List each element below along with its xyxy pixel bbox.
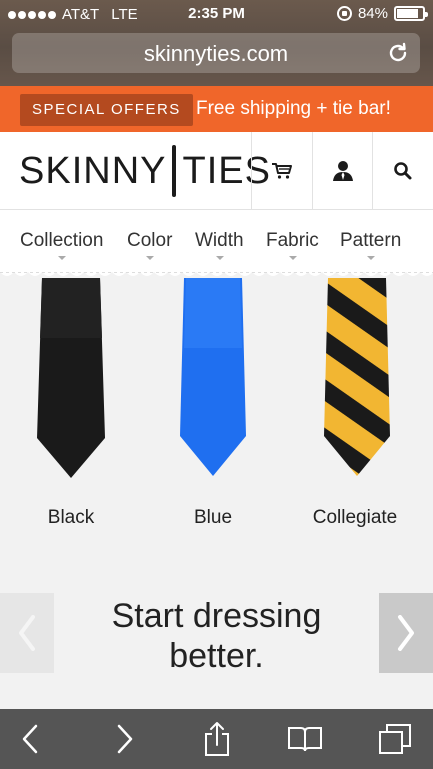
filter-nav: Collection Color Width Fabric Pattern bbox=[0, 210, 433, 278]
nav-pattern[interactable]: Pattern bbox=[340, 230, 401, 252]
hero-carousel: Start dressing better. bbox=[0, 590, 433, 680]
carousel-next-button[interactable] bbox=[379, 593, 433, 673]
cart-icon bbox=[271, 162, 292, 179]
logo-tie-mark bbox=[172, 145, 177, 197]
product-blue[interactable] bbox=[176, 278, 250, 493]
browser-chrome-top: AT&T LTE 2:35 PM 84% skinnyties.com bbox=[0, 0, 433, 86]
battery-percent: 84% bbox=[357, 5, 388, 22]
chevron-down-icon bbox=[289, 256, 297, 260]
bookmarks-button[interactable] bbox=[285, 721, 325, 757]
hero-headline: Start dressing better. bbox=[111, 597, 322, 675]
promo-text[interactable]: Free shipping + tie bar! bbox=[196, 98, 391, 120]
browser-toolbar bbox=[0, 709, 433, 769]
back-button[interactable] bbox=[10, 721, 50, 757]
site-logo[interactable]: SKINNY TIES bbox=[19, 145, 271, 197]
tie-image-blue[interactable] bbox=[176, 278, 250, 488]
tie-image-black[interactable] bbox=[34, 278, 108, 488]
search-icon bbox=[393, 161, 411, 179]
chevron-down-icon bbox=[58, 256, 66, 260]
special-offers-button[interactable]: SPECIAL OFFERS bbox=[20, 94, 193, 126]
share-icon bbox=[205, 722, 229, 756]
logo-left-text: SKINNY bbox=[19, 149, 167, 192]
address-bar[interactable]: skinnyties.com bbox=[12, 33, 420, 73]
product-label-collegiate[interactable]: Collegiate bbox=[285, 507, 425, 529]
account-button[interactable] bbox=[312, 132, 372, 209]
product-label-blue[interactable]: Blue bbox=[143, 507, 283, 529]
product-label-black[interactable]: Black bbox=[1, 507, 141, 529]
product-collegiate[interactable] bbox=[320, 278, 394, 493]
forward-button[interactable] bbox=[105, 721, 145, 757]
offers-banner: SPECIAL OFFERS Free shipping + tie bar! bbox=[0, 86, 433, 132]
site-header: SKINNY TIES bbox=[0, 132, 433, 210]
address-url[interactable]: skinnyties.com bbox=[12, 41, 420, 67]
nav-width[interactable]: Width bbox=[195, 230, 244, 252]
back-arrow-icon bbox=[22, 724, 38, 754]
cart-button[interactable] bbox=[251, 132, 311, 209]
chevron-right-icon bbox=[398, 615, 414, 651]
nav-collection[interactable]: Collection bbox=[20, 230, 103, 252]
tabs-icon bbox=[379, 724, 411, 754]
chevron-down-icon bbox=[146, 256, 154, 260]
status-right: 84% bbox=[336, 5, 428, 22]
chevron-down-icon bbox=[216, 256, 224, 260]
share-button[interactable] bbox=[197, 721, 237, 757]
nav-color[interactable]: Color bbox=[127, 230, 172, 252]
status-bar: AT&T LTE 2:35 PM 84% bbox=[0, 0, 433, 30]
chevron-down-icon bbox=[367, 256, 375, 260]
tie-image-collegiate[interactable] bbox=[320, 278, 394, 488]
battery-icon bbox=[394, 6, 428, 21]
chevron-left-icon bbox=[19, 615, 35, 651]
forward-arrow-icon bbox=[117, 724, 133, 754]
bookmarks-icon bbox=[288, 727, 322, 752]
carousel-prev-button[interactable] bbox=[0, 593, 54, 673]
product-row: Black Blue Collegiate bbox=[0, 278, 433, 578]
nav-fabric[interactable]: Fabric bbox=[266, 230, 319, 252]
reload-icon[interactable] bbox=[386, 41, 410, 65]
product-black[interactable] bbox=[34, 278, 108, 493]
search-button[interactable] bbox=[372, 132, 432, 209]
rotation-lock-icon bbox=[336, 6, 352, 21]
tabs-button[interactable] bbox=[375, 721, 415, 757]
account-icon bbox=[332, 160, 353, 181]
